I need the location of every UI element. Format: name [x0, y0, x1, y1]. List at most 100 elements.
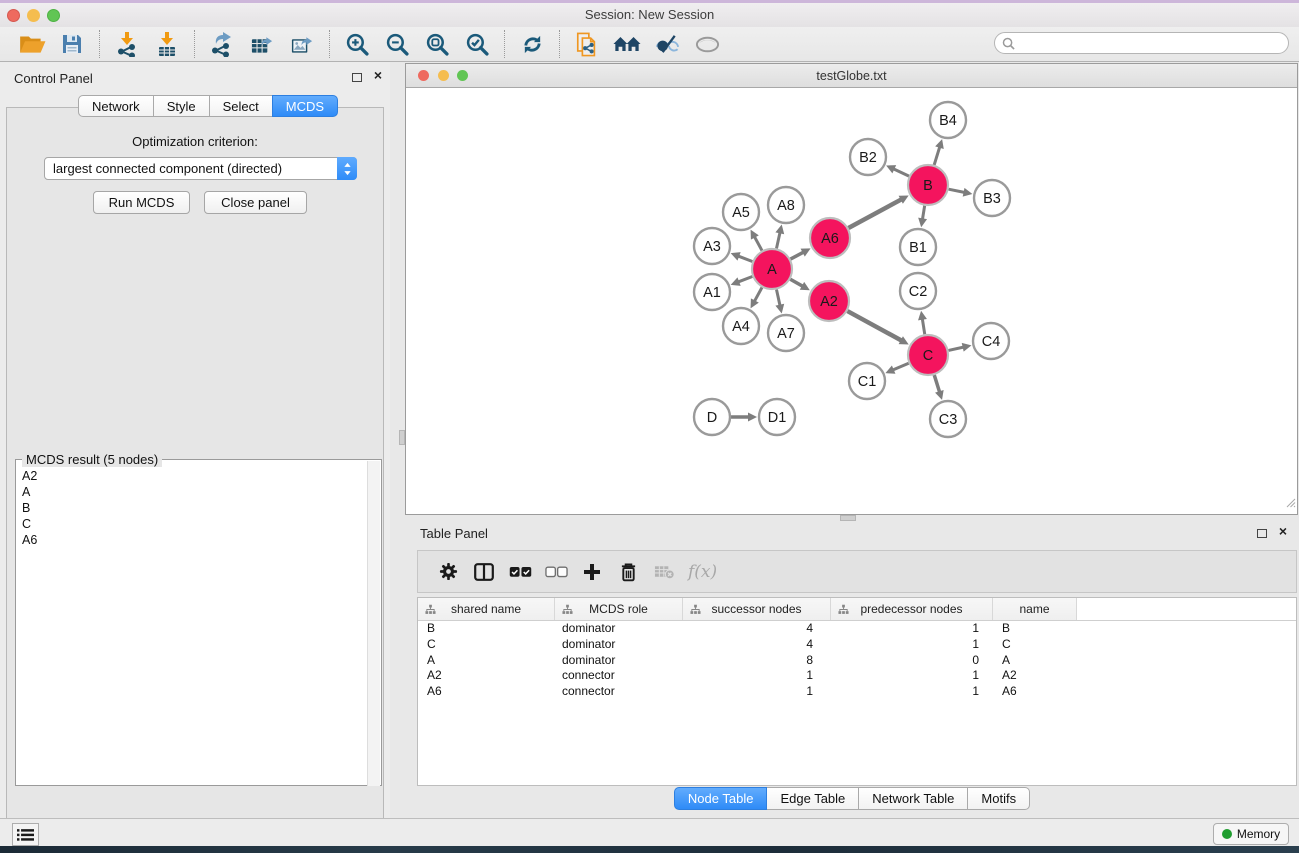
refresh-icon[interactable] [512, 27, 552, 61]
task-history-button[interactable] [12, 823, 39, 846]
mcds-result-item[interactable]: C [22, 516, 381, 532]
deselect-all-icon[interactable] [538, 554, 574, 590]
clone-network-icon[interactable] [567, 27, 607, 61]
table-cell[interactable]: dominator [555, 637, 683, 653]
graph-edge-A-A3[interactable] [737, 256, 752, 262]
horizontal-splitter-handle[interactable] [840, 515, 856, 521]
vertical-splitter-handle[interactable] [399, 430, 405, 445]
zoom-selected-icon[interactable] [457, 27, 497, 61]
resize-grip-icon[interactable] [1284, 495, 1296, 513]
mcds-result-item[interactable]: A2 [22, 468, 381, 484]
zoom-out-icon[interactable] [377, 27, 417, 61]
tab-select[interactable]: Select [209, 95, 273, 117]
export-network-icon[interactable] [202, 27, 242, 61]
mcds-result-item[interactable]: B [22, 500, 381, 516]
close-panel-icon[interactable]: × [374, 67, 382, 83]
column-header-shared-name[interactable]: shared name [418, 598, 555, 620]
graph-edge-B-B3[interactable] [949, 189, 966, 192]
table-cell[interactable]: connector [555, 684, 683, 700]
table-cell[interactable]: A [993, 653, 1077, 669]
network-graph[interactable]: B4B2BB3A8A5A6A3B1AA1C2A2A4A7C4CC1DD1C3 [406, 88, 1297, 514]
tab-edge-table[interactable]: Edge Table [766, 787, 859, 810]
criterion-dropdown[interactable]: largest connected component (directed) [44, 157, 357, 180]
tab-mcds[interactable]: MCDS [272, 95, 338, 117]
table-cell[interactable]: A [418, 653, 555, 669]
graph-edge-A6-B[interactable] [848, 199, 902, 228]
graph-edge-B-B2[interactable] [892, 168, 909, 176]
table-cell[interactable]: 1 [831, 621, 993, 637]
table-cell[interactable]: C [993, 637, 1077, 653]
graph-edge-C-C4[interactable] [948, 347, 964, 351]
graph-edge-A-A6[interactable] [791, 252, 805, 259]
graph-edge-A-A1[interactable] [737, 277, 752, 283]
export-image-icon[interactable] [282, 27, 322, 61]
tab-node-table[interactable]: Node Table [674, 787, 768, 810]
table-cell[interactable]: dominator [555, 621, 683, 637]
table-cell[interactable]: A6 [993, 684, 1077, 700]
table-cell[interactable]: 4 [683, 621, 831, 637]
tab-style[interactable]: Style [153, 95, 210, 117]
table-cell[interactable]: 1 [683, 684, 831, 700]
graph-edge-A-A4[interactable] [754, 287, 762, 302]
show-panels-icon[interactable] [607, 27, 647, 61]
export-table-icon[interactable] [242, 27, 282, 61]
table-cell[interactable]: 0 [831, 653, 993, 669]
memory-button[interactable]: Memory [1213, 823, 1289, 845]
import-network-icon[interactable] [107, 27, 147, 61]
zoom-fit-icon[interactable] [417, 27, 457, 61]
graph-edge-A-A8[interactable] [776, 231, 780, 248]
add-column-icon[interactable] [574, 554, 610, 590]
float-table-panel-icon[interactable] [1257, 529, 1267, 538]
graph-edge-A-A5[interactable] [754, 236, 762, 251]
mcds-result-scrollbar[interactable] [367, 461, 380, 786]
table-cell[interactable]: A2 [993, 668, 1077, 684]
open-session-icon[interactable] [12, 27, 52, 61]
select-all-icon[interactable] [502, 554, 538, 590]
column-header-mcds-role[interactable]: MCDS role [555, 598, 683, 620]
table-cell[interactable]: 4 [683, 637, 831, 653]
tab-motifs[interactable]: Motifs [967, 787, 1030, 810]
mcds-result-item[interactable]: A6 [22, 532, 381, 548]
import-table-icon[interactable] [147, 27, 187, 61]
mcds-result-item[interactable]: A [22, 484, 381, 500]
delete-column-icon[interactable] [610, 554, 646, 590]
table-row[interactable]: Bdominator41B [418, 621, 1296, 637]
run-mcds-button[interactable]: Run MCDS [93, 191, 190, 214]
save-session-icon[interactable] [52, 27, 92, 61]
table-row[interactable]: Cdominator41C [418, 637, 1296, 653]
table-row[interactable]: Adominator80A [418, 653, 1296, 669]
graph-edge-C-C2[interactable] [922, 318, 925, 335]
table-cell[interactable]: connector [555, 668, 683, 684]
graph-edge-B-B4[interactable] [934, 146, 940, 165]
table-cell[interactable]: 1 [831, 637, 993, 653]
close-panel-button[interactable]: Close panel [204, 191, 307, 214]
graph-edge-C-C3[interactable] [934, 375, 940, 393]
table-cell[interactable]: 1 [683, 668, 831, 684]
table-cell[interactable]: dominator [555, 653, 683, 669]
table-cell[interactable]: A2 [418, 668, 555, 684]
split-column-icon[interactable] [466, 554, 502, 590]
tab-network[interactable]: Network [78, 95, 154, 117]
column-header-successor-nodes[interactable]: successor nodes [683, 598, 831, 620]
network-window-titlebar[interactable]: testGlobe.txt [406, 64, 1297, 88]
table-cell[interactable]: C [418, 637, 555, 653]
network-canvas[interactable]: B4B2BB3A8A5A6A3B1AA1C2A2A4A7C4CC1DD1C3 [406, 88, 1297, 514]
graph-edge-C-C1[interactable] [892, 363, 909, 370]
search-field[interactable] [994, 32, 1289, 54]
graph-edge-A-A7[interactable] [776, 290, 780, 307]
zoom-in-icon[interactable] [337, 27, 377, 61]
toggle-bird-eye-icon[interactable] [687, 27, 727, 61]
close-table-panel-icon[interactable]: × [1279, 523, 1287, 539]
table-cell[interactable]: A6 [418, 684, 555, 700]
table-cell[interactable]: 8 [683, 653, 831, 669]
graph-edge-A-A2[interactable] [790, 279, 803, 287]
graph-edge-B-B1[interactable] [922, 206, 924, 221]
table-row[interactable]: A2connector11A2 [418, 668, 1296, 684]
search-input[interactable] [1019, 34, 1288, 52]
graph-edge-A2-C[interactable] [847, 311, 902, 341]
table-cell[interactable]: 1 [831, 684, 993, 700]
hide-graphics-icon[interactable] [647, 27, 687, 61]
column-header-name[interactable]: name [993, 598, 1077, 620]
table-row[interactable]: A6connector11A6 [418, 684, 1296, 700]
tab-network-table[interactable]: Network Table [858, 787, 968, 810]
